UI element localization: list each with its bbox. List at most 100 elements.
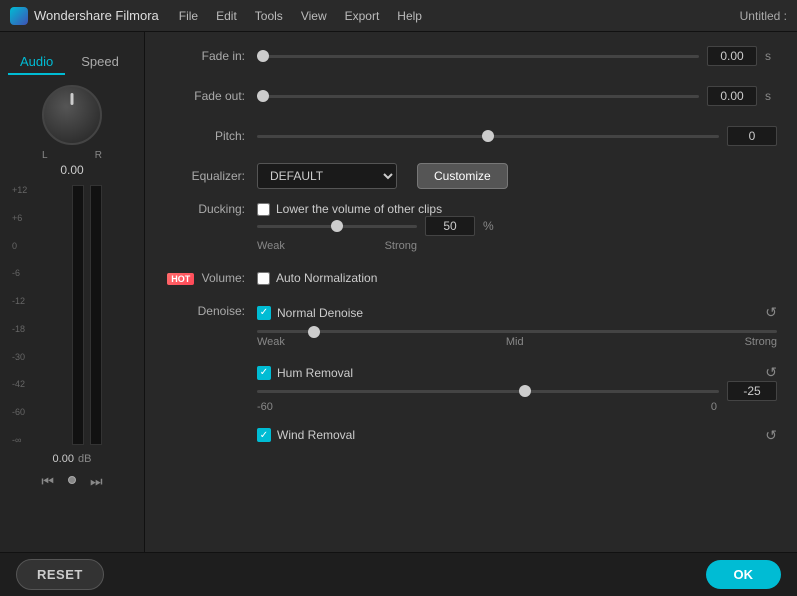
ducking-text: Lower the volume of other clips [276,202,442,216]
scale-6: +6 [12,213,27,223]
scale-30: -30 [12,352,27,362]
meter-db-unit: dB [78,453,91,465]
menu-export[interactable]: Export [345,9,380,23]
app-name: Wondershare Filmora [34,8,159,23]
ducking-slider[interactable] [257,225,417,228]
logo-icon [10,7,28,25]
scale-6n: -6 [12,268,27,278]
hum-value[interactable] [727,381,777,401]
ok-button[interactable]: OK [706,560,782,589]
hum-max: 0 [711,401,717,413]
ducking-checkbox[interactable] [257,203,270,216]
volume-knob[interactable] [42,85,102,145]
menu-bar: File Edit Tools View Export Help [179,9,740,23]
denoise-mid: Mid [506,336,524,348]
hum-slider-row [257,381,777,401]
denoise-header: Denoise: ✓ Normal Denoise ↺ [165,304,777,321]
ducking-checkbox-label: Lower the volume of other clips [257,202,442,216]
ducking-value[interactable] [425,216,475,236]
menu-view[interactable]: View [301,9,327,23]
fade-in-slider[interactable] [257,55,699,58]
hum-min: -60 [257,401,273,413]
main-area: Audio Speed L R 0.00 +12 +6 0 -6 -12 [0,32,797,596]
scale-42: -42 [12,379,27,389]
auto-norm-text: Auto Normalization [276,271,377,285]
meter-controls: ⏮ ⏭ [37,471,106,492]
bottom-bar: RESET OK [0,552,797,596]
hum-range-labels: -60 0 [257,401,717,413]
fade-in-label: Fade in: [165,49,245,63]
pitch-value[interactable] [727,126,777,146]
right-channel-meter [90,185,102,445]
hum-slider[interactable] [257,390,719,393]
hum-header: x ✓ Hum Removal ↺ [165,364,777,381]
hum-checkbox[interactable]: ✓ [257,366,271,380]
fade-in-value[interactable] [707,46,757,66]
hum-removal-section: x ✓ Hum Removal ↺ -60 0 [165,364,777,413]
denoise-scale: Weak Mid Strong [257,336,777,348]
scale-12: +12 [12,185,27,195]
wind-removal-row: x ✓ Wind Removal ↺ [165,421,777,449]
pitch-label: Pitch: [165,129,245,143]
hum-reset-icon[interactable]: ↺ [765,364,777,381]
equalizer-select[interactable]: DEFAULT Classical Dance Full Bass Pop Ro… [257,163,397,189]
ducking-section: Ducking: Lower the volume of other clips… [165,202,777,252]
menu-file[interactable]: File [179,9,198,23]
tab-speed[interactable]: Speed [69,50,131,75]
equalizer-row: Equalizer: DEFAULT Classical Dance Full … [165,162,777,190]
hum-checkbox-label: ✓ Hum Removal [257,366,353,380]
left-label: L [42,150,48,161]
denoise-reset-icon[interactable]: ↺ [765,304,777,321]
pitch-slider-container [257,126,777,146]
customize-button[interactable]: Customize [417,163,508,189]
meter-dot[interactable] [68,476,76,484]
wind-checkbox[interactable]: ✓ [257,428,271,442]
menu-edit[interactable]: Edit [216,9,237,23]
scale-12n: -12 [12,296,27,306]
scale-inf: -∞ [12,435,27,445]
meter-end-btn[interactable]: ⏭ [86,471,107,492]
hot-badge: HOT [167,273,194,285]
wind-content: ✓ Wind Removal ↺ [257,427,777,444]
auto-norm-checkbox[interactable] [257,272,270,285]
denoise-section: Denoise: ✓ Normal Denoise ↺ Weak Mid [165,304,777,356]
menu-help[interactable]: Help [397,9,422,23]
fade-in-slider-container: s [257,46,777,66]
menu-tools[interactable]: Tools [255,9,283,23]
ducking-row: Ducking: Lower the volume of other clips [165,202,777,216]
denoise-top: ✓ Normal Denoise ↺ [257,304,777,321]
volume-knob-container [42,85,102,145]
fade-out-slider[interactable] [257,95,699,98]
tab-audio[interactable]: Audio [8,50,65,75]
fade-out-label: Fade out: [165,89,245,103]
volume-row: HOT Volume: Auto Normalization [165,264,777,292]
fade-out-slider-container: s [257,86,777,106]
scale-0: 0 [12,241,27,251]
denoise-weak: Weak [257,336,285,348]
ducking-strong: Strong [385,240,417,252]
hum-top: ✓ Hum Removal ↺ [257,364,777,381]
left-panel: Audio Speed L R 0.00 +12 +6 0 -6 -12 [0,32,145,596]
wind-reset-icon[interactable]: ↺ [765,427,777,444]
reset-button[interactable]: RESET [16,559,104,590]
meter-start-btn[interactable]: ⏮ [37,471,58,492]
meter-scale: +12 +6 0 -6 -12 -18 -30 -42 -60 -∞ [12,185,27,445]
hum-content: ✓ Hum Removal ↺ [257,364,777,381]
fade-out-unit: s [765,89,777,103]
hum-text: Hum Removal [277,366,353,380]
meter-bottom-value: 0.00 [53,453,74,465]
wind-checkbox-label: ✓ Wind Removal [257,428,355,442]
titlebar: Wondershare Filmora File Edit Tools View… [0,0,797,32]
fade-out-value[interactable] [707,86,757,106]
ducking-slider-row: % [257,216,495,236]
wind-text: Wind Removal [277,428,355,442]
denoise-slider[interactable] [257,330,777,333]
denoise-checkbox[interactable]: ✓ [257,306,271,320]
fade-in-row: Fade in: s [165,42,777,70]
pitch-row: Pitch: [165,122,777,150]
ducking-scale: Weak Strong [257,240,417,252]
pitch-slider[interactable] [257,135,719,138]
right-label: R [95,150,102,161]
denoise-checkbox-label: ✓ Normal Denoise [257,306,363,320]
fade-out-row: Fade out: s [165,82,777,110]
